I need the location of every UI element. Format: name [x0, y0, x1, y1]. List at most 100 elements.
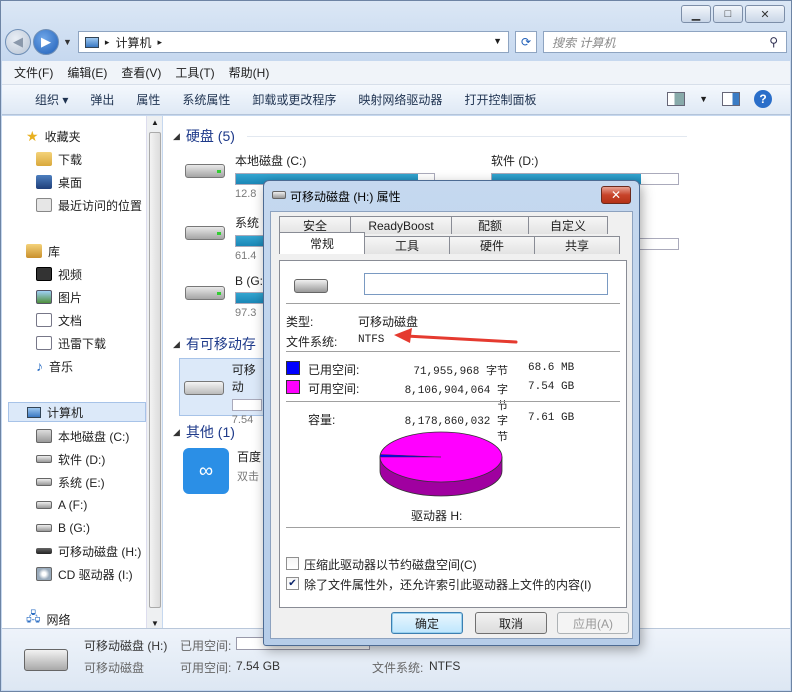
search-placeholder: 搜索 计算机 [552, 35, 616, 50]
nav-item-removable-drive-h[interactable]: 可移动磁盘 (H:) [36, 541, 141, 561]
nav-label: 最近访问的位置 [58, 198, 143, 213]
menu-tools[interactable]: 工具(T) [175, 64, 214, 81]
used-space-bytes: 71,955,968 字节 [413, 366, 508, 378]
nav-item-drive-f[interactable]: A (F:) [36, 495, 87, 515]
nav-item-drive-d[interactable]: 软件 (D:) [36, 449, 105, 469]
menu-view[interactable]: 查看(V) [121, 64, 161, 81]
drive-icon [36, 501, 52, 509]
menu-help[interactable]: 帮助(H) [229, 64, 270, 81]
map-network-drive-button[interactable]: 映射网络驱动器 [347, 91, 453, 108]
free-space-bytes: 8,106,904,064 字节 [404, 385, 508, 413]
nav-item-recent-places[interactable]: 最近访问的位置 [36, 195, 142, 215]
cancel-button[interactable]: 取消 [475, 612, 547, 634]
preview-pane-icon[interactable] [722, 92, 740, 106]
compress-checkbox[interactable] [286, 557, 299, 570]
drive-usage-bar [231, 399, 262, 411]
nav-item-drive-c[interactable]: 本地磁盘 (C:) [36, 426, 129, 446]
nav-item-drive-g[interactable]: B (G:) [36, 518, 90, 538]
dialog-close-button[interactable]: ✕ [601, 186, 631, 204]
nav-network[interactable]: 🖧 网络 [26, 609, 71, 629]
menu-edit[interactable]: 编辑(E) [67, 64, 107, 81]
help-icon[interactable]: ? [754, 90, 772, 108]
nav-item-drive-e[interactable]: 系统 (E:) [36, 472, 105, 492]
compress-label: 压缩此驱动器以节约磁盘空间(C) [304, 558, 477, 572]
removable-drive-h[interactable]: 可移动 7.54 [179, 358, 269, 426]
apply-button[interactable]: 应用(A) [557, 612, 629, 634]
nav-scrollbar[interactable]: ▲ ▼ [146, 116, 162, 630]
address-dropdown-icon[interactable]: ▼ [493, 36, 502, 46]
scroll-down-icon[interactable]: ▼ [151, 619, 159, 628]
nav-item-pictures[interactable]: 图片 [36, 287, 82, 307]
tab-hardware[interactable]: 硬件 [449, 236, 535, 254]
tab-customize[interactable]: 自定义 [528, 216, 608, 234]
scroll-up-icon[interactable]: ▲ [151, 118, 159, 127]
ok-button[interactable]: 确定 [391, 612, 463, 634]
address-bar[interactable]: ▸ 计算机 ▸ ▼ [77, 31, 509, 53]
open-control-panel-button[interactable]: 打开控制面板 [453, 91, 547, 108]
tab-tools[interactable]: 工具 [364, 236, 450, 254]
address-separator[interactable]: ▸ [105, 37, 110, 48]
windows-drive-icon [183, 152, 227, 186]
nav-item-thunder-downloads[interactable]: 迅雷下载 [36, 333, 106, 353]
group-header-removable[interactable]: ◢ 有可移动存 [173, 334, 256, 354]
back-button[interactable]: ◀ [5, 29, 31, 55]
nav-item-music[interactable]: ♪ 音乐 [36, 356, 73, 376]
used-space-label: 已用空间: [308, 363, 360, 377]
recent-pages-dropdown[interactable]: ▼ [63, 37, 72, 47]
group-header-other[interactable]: ◢ 其他 (1) [173, 422, 235, 442]
collapse-icon[interactable]: ◢ [173, 339, 180, 350]
divider [286, 527, 620, 528]
collapse-icon[interactable]: ◢ [173, 427, 180, 438]
nav-item-videos[interactable]: 视频 [36, 264, 82, 284]
tab-quota[interactable]: 配额 [451, 216, 529, 234]
eject-button[interactable]: 弹出 [79, 91, 125, 108]
nav-computer[interactable]: 计算机 [8, 402, 146, 422]
drive-f[interactable] [639, 234, 679, 250]
dialog-title: 可移动磁盘 (H:) 属性 [290, 190, 401, 204]
disk-usage-pie-chart [379, 431, 503, 497]
breadcrumb-computer[interactable]: 计算机 [115, 34, 151, 51]
change-view-icon[interactable] [667, 92, 686, 106]
close-button[interactable]: ✕ [745, 5, 785, 23]
uninstall-program-button[interactable]: 卸载或更改程序 [241, 91, 347, 108]
tab-general[interactable]: 常规 [279, 232, 365, 254]
nav-item-cd-drive-i[interactable]: CD 驱动器 (I:) [36, 564, 133, 584]
baidu-netdisk-item[interactable]: ∞ 百度 双击 [183, 448, 261, 494]
drive-letter-label: 驱动器 H: [411, 509, 463, 523]
details-free-label: 可用空间: [180, 661, 232, 675]
nav-favorites[interactable]: ★ 收藏夹 [26, 126, 81, 146]
maximize-button[interactable]: □ [713, 5, 743, 23]
organize-button[interactable]: 组织 ▾ [24, 91, 79, 108]
search-input[interactable]: 搜索 计算机 ⚲ [543, 31, 787, 53]
nav-item-documents[interactable]: 文档 [36, 310, 82, 330]
properties-button[interactable]: 属性 [125, 91, 171, 108]
scroll-thumb[interactable] [149, 132, 161, 608]
address-separator[interactable]: ▸ [157, 37, 162, 48]
videos-icon [36, 267, 52, 281]
used-space-size: 68.6 MB [528, 362, 575, 374]
tab-readyboost[interactable]: ReadyBoost [350, 216, 452, 234]
drive-icon [183, 274, 227, 308]
index-checkbox[interactable]: ✔ [286, 577, 299, 590]
group-header-hard-disks[interactable]: ◢ 硬盘 (5) [173, 126, 687, 146]
tab-sharing[interactable]: 共享 [534, 236, 620, 254]
nav-libraries[interactable]: 库 [26, 241, 60, 261]
properties-dialog: 可移动磁盘 (H:) 属性 ✕ 安全 ReadyBoost 配额 自定义 常规 … [263, 180, 640, 646]
nav-item-desktop[interactable]: 桌面 [36, 172, 82, 192]
capacity-label: 容量: [308, 413, 336, 427]
group-label: 硬盘 (5) [185, 128, 235, 144]
system-properties-button[interactable]: 系统属性 [171, 91, 241, 108]
menu-file[interactable]: 文件(F) [14, 64, 53, 81]
forward-button[interactable]: ▶ [33, 29, 59, 55]
nav-item-downloads[interactable]: 下载 [36, 149, 82, 169]
collapse-icon[interactable]: ◢ [173, 131, 180, 142]
free-space-swatch [286, 380, 300, 394]
caption-buttons: ▁ □ ✕ [681, 5, 785, 23]
nav-label: 收藏夹 [44, 129, 81, 144]
refresh-button[interactable]: ⟳ [515, 31, 537, 53]
drive-name: 软件 (D:) [491, 154, 539, 168]
view-dropdown-icon[interactable]: ▼ [699, 94, 708, 104]
search-icon[interactable]: ⚲ [769, 35, 778, 49]
minimize-button[interactable]: ▁ [681, 5, 711, 23]
menu-bar: 文件(F) 编辑(E) 查看(V) 工具(T) 帮助(H) [2, 61, 790, 85]
